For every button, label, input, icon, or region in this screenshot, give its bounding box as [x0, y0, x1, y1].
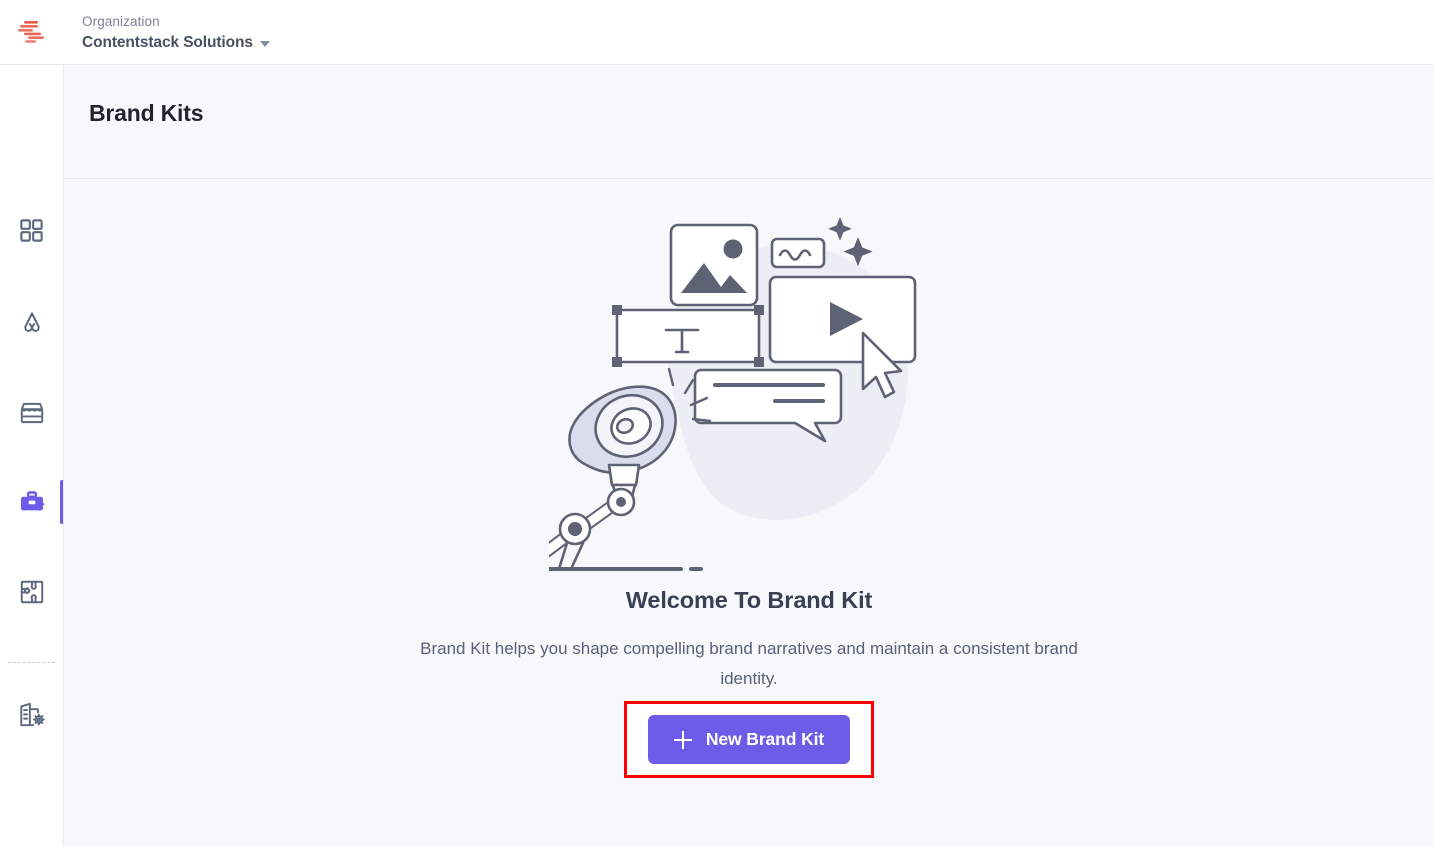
app-root: Organization Contentstack Solutions Bran…	[0, 0, 1434, 846]
puzzle-piece-icon	[18, 578, 46, 606]
sidebar-item-brand-kits[interactable]	[0, 474, 63, 530]
sidebar-active-indicator	[60, 480, 63, 524]
new-brand-kit-button[interactable]: New Brand Kit	[647, 715, 851, 764]
plus-icon	[673, 730, 692, 749]
brand-kit-robot-megaphone-illustration	[535, 207, 949, 587]
storefront-icon	[18, 399, 46, 427]
main-content: Welcome To Brand Kit Brand Kit helps you…	[64, 179, 1434, 846]
sidebar-item-org-settings[interactable]	[0, 687, 63, 743]
organization-switcher[interactable]: Organization Contentstack Solutions	[64, 0, 270, 65]
welcome-description: Brand Kit helps you shape compelling bra…	[420, 639, 1078, 688]
sidebar-item-dashboard[interactable]	[0, 202, 63, 258]
organization-name-row[interactable]: Contentstack Solutions	[82, 32, 270, 53]
chevron-down-icon[interactable]	[259, 40, 270, 47]
grid-dashboard-icon	[18, 217, 45, 244]
brand-kit-empty-state: Welcome To Brand Kit Brand Kit helps you…	[64, 179, 1434, 846]
top-bar: Organization Contentstack Solutions	[0, 0, 1434, 65]
page-title: Brand Kits	[89, 100, 204, 126]
sidebar-item-automate[interactable]	[0, 293, 63, 349]
organization-name: Contentstack Solutions	[82, 33, 253, 51]
briefcase-sparkle-icon	[17, 487, 47, 517]
sidebar-divider	[8, 662, 55, 663]
contentstack-logo[interactable]	[0, 0, 64, 65]
building-gear-icon	[17, 700, 47, 730]
organization-label: Organization	[82, 13, 160, 29]
automate-icon	[17, 306, 47, 336]
cta-highlight-wrapper: New Brand Kit	[623, 701, 875, 778]
sidebar-item-apps[interactable]	[0, 564, 63, 620]
left-navigation-rail	[0, 65, 64, 846]
new-brand-kit-label: New Brand Kit	[705, 729, 825, 749]
welcome-heading: Welcome To Brand Kit	[625, 587, 873, 613]
page-header: Brand Kits	[64, 65, 1434, 179]
sidebar-item-marketplace[interactable]	[0, 385, 63, 441]
